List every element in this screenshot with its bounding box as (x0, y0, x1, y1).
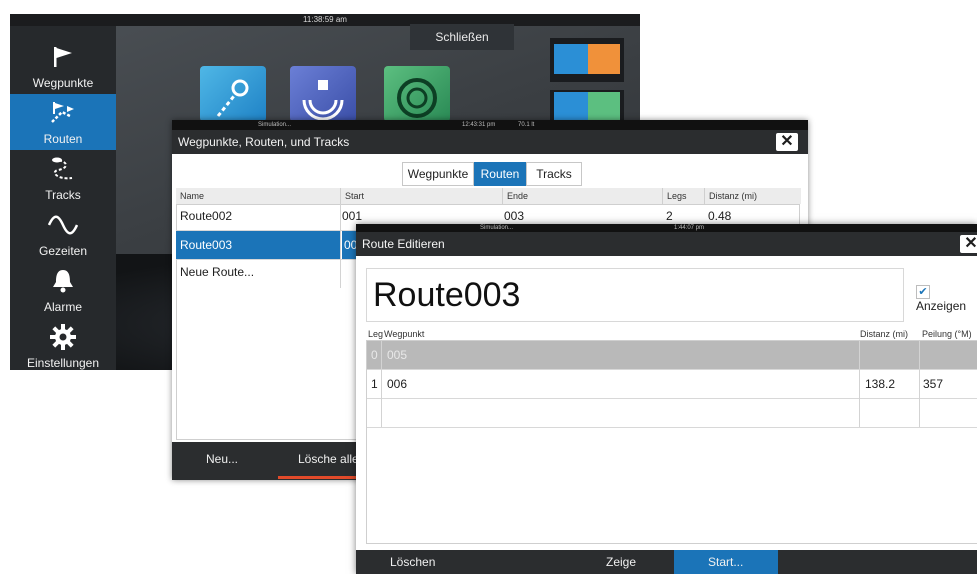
dialog-button-bar: Löschen Zeige Start... (356, 550, 977, 574)
tab-tracks[interactable]: Tracks (526, 162, 582, 186)
delete-all-underline (278, 476, 358, 479)
column-header-ende[interactable]: Ende (502, 188, 667, 204)
new-button[interactable]: Neu... (206, 452, 238, 466)
track-icon (52, 157, 73, 180)
cell-name: Route002 (180, 209, 233, 223)
route-icon (51, 102, 74, 123)
cell-peilung: 357 (923, 377, 944, 391)
flag-icon (54, 47, 72, 67)
dialog-title-bar: Route Editieren (356, 232, 977, 256)
column-header-name[interactable]: Name (176, 188, 344, 204)
bell-icon (53, 270, 73, 293)
status-time: 1:44:07 pm (674, 225, 705, 231)
start-button[interactable]: Start... (708, 555, 743, 569)
dialog-title-bar: Wegpunkte, Routen, und Tracks (172, 130, 808, 154)
close-icon: ✕ (780, 133, 794, 150)
route-name-value: Route003 (373, 276, 521, 314)
sidebar-item-alarme[interactable]: Alarme (10, 262, 116, 318)
tab-wegpunkte[interactable]: Wegpunkte (402, 162, 474, 186)
dialog-title: Route Editieren (362, 237, 445, 251)
status-simulation: Simulation... (480, 225, 514, 231)
chart-pane (554, 44, 588, 74)
cell-leg: 1 (371, 377, 378, 391)
sidebar-item-routen[interactable]: Routen (10, 94, 116, 150)
column-divider (919, 341, 920, 427)
cell-wegpunkt: 006 (387, 377, 408, 391)
tab-routen[interactable]: Routen (474, 162, 526, 186)
sidebar-item-label: Einstellungen (26, 356, 100, 370)
dialog-title: Wegpunkte, Routen, und Tracks (178, 135, 350, 149)
sidebar-item-einstellungen[interactable]: Einstellungen (10, 318, 116, 370)
sidebar-item-label: Tracks (45, 188, 81, 202)
chart-pane (554, 92, 588, 122)
sidebar-item-wegpunkte[interactable]: Wegpunkte (10, 38, 116, 94)
sidebar-item-label: Routen (43, 132, 83, 146)
sidebar-item-gezeiten[interactable]: Gezeiten (10, 206, 116, 262)
checkmark-icon: ✔ (916, 284, 930, 299)
delete-button[interactable]: Löschen (390, 555, 435, 569)
radar-app-tile[interactable] (384, 66, 450, 122)
sidebar-item-label: Gezeiten (38, 244, 88, 258)
sonar-app-tile[interactable] (290, 66, 356, 122)
table-row[interactable]: 0 005 (367, 341, 977, 370)
chart-icon (216, 79, 249, 117)
cell-leg: 0 (371, 348, 378, 362)
sidebar-item-tracks[interactable]: Tracks (10, 150, 116, 206)
cell-wegpunkt: 005 (387, 348, 408, 362)
column-header-distanz[interactable]: Distanz (mi) (704, 188, 801, 204)
radar-pane (588, 92, 620, 122)
column-divider (381, 341, 382, 427)
home-sidebar: Wegpunkte Routen Tracks Gezeiten Alarme … (10, 26, 116, 370)
cell-name: Route003 (180, 238, 233, 252)
sidebar-item-label: Wegpunkte (32, 76, 94, 90)
table-row[interactable] (367, 399, 977, 428)
close-button[interactable]: ✕ (960, 235, 977, 253)
column-divider (859, 341, 860, 427)
close-icon: ✕ (964, 235, 977, 252)
column-divider (340, 204, 341, 288)
compass-pane (588, 44, 620, 74)
show-checkbox[interactable]: ✔Anzeigen (916, 284, 977, 313)
show-button[interactable]: Zeige (606, 555, 636, 569)
route-edit-dialog: Simulation... 1:44:07 pm Route Editieren… (356, 224, 977, 574)
sidebar-item-label: Alarme (43, 300, 82, 314)
show-label: Anzeigen (916, 298, 967, 313)
close-button[interactable]: Schließen (410, 24, 514, 50)
cell-distanz: 138.2 (865, 377, 896, 391)
chart-app-tile[interactable] (200, 66, 266, 122)
status-time: 12:43:31 pm (462, 122, 496, 128)
route-name-field[interactable]: Route003 (366, 268, 904, 322)
radar-icon (397, 78, 437, 118)
close-button[interactable]: ✕ (776, 133, 798, 151)
column-header-wegpunkt[interactable]: Wegpunkt (384, 328, 424, 340)
sonar-icon (302, 80, 344, 121)
favorite-tile[interactable] (550, 38, 624, 82)
status-bar: Simulation... 12:43:31 pm 70.1 lt (172, 120, 808, 130)
column-header-leg[interactable]: Leg (368, 328, 383, 340)
tide-icon (48, 215, 78, 235)
status-bar: Simulation... 1:44:07 pm (356, 224, 977, 232)
status-value: 70.1 lt (518, 122, 535, 128)
legs-table: 0 005 1 006 138.2 357 (366, 340, 977, 544)
cell-name: Neue Route... (180, 265, 255, 279)
column-header-peilung[interactable]: Peilung (°M) (922, 328, 972, 340)
column-header-start[interactable]: Start (340, 188, 505, 204)
delete-all-button[interactable]: Lösche alle (298, 452, 359, 466)
gear-icon (50, 324, 76, 350)
table-row[interactable]: 1 006 138.2 357 (367, 370, 977, 399)
status-simulation: Simulation... (258, 122, 292, 128)
home-status-clock: 11:38:59 am (10, 14, 640, 26)
column-header-distanz[interactable]: Distanz (mi) (860, 328, 908, 340)
column-header-legs[interactable]: Legs (662, 188, 707, 204)
